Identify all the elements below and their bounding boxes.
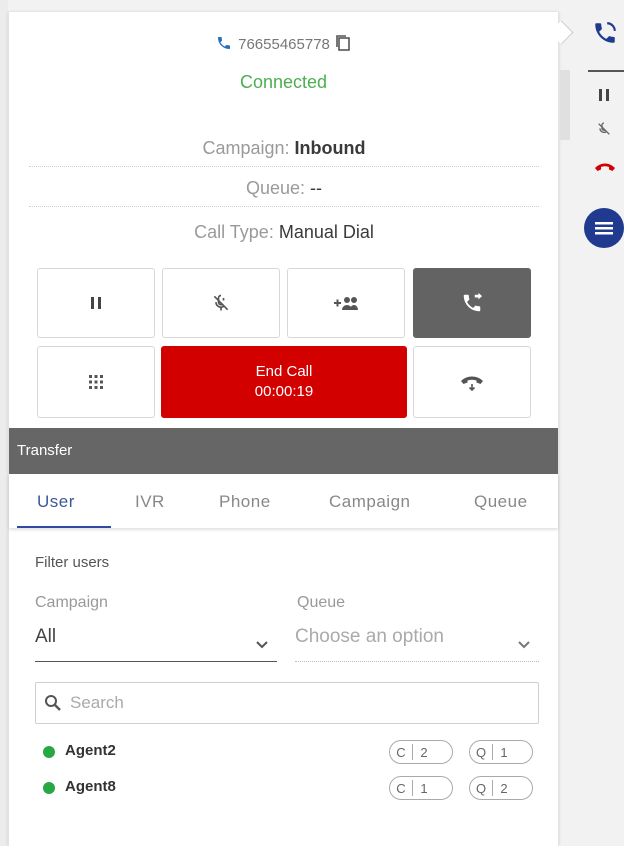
- queue-row: Queue: --: [29, 170, 539, 207]
- online-status-dot: [43, 782, 55, 794]
- badge-q-label: Q: [475, 780, 487, 796]
- phone-active-icon[interactable]: [592, 20, 618, 51]
- hold-button[interactable]: [37, 268, 155, 338]
- badge-c-label: C: [396, 780, 406, 796]
- queue-select[interactable]: Choose an option: [295, 626, 539, 662]
- queue-count-badge: Q1: [469, 740, 533, 764]
- scrollbar[interactable]: [560, 70, 570, 140]
- agent-name: Agent8: [65, 778, 116, 795]
- add-group-icon: [334, 297, 358, 310]
- badge-c-label: C: [396, 744, 406, 760]
- phone-number-row: 76655465778: [9, 34, 558, 56]
- badge-q-label: Q: [475, 744, 487, 760]
- background-edge: [0, 0, 8, 846]
- campaign-row: Campaign: Inbound: [29, 130, 539, 167]
- active-tab-indicator: [17, 526, 111, 528]
- tab-ivr[interactable]: IVR: [135, 492, 165, 512]
- hangup-icon[interactable]: [594, 160, 616, 179]
- call-header: 76655465778 Connected: [9, 12, 558, 112]
- agent-name: Agent2: [65, 742, 116, 759]
- phone-number: 76655465778: [238, 35, 330, 53]
- tab-campaign[interactable]: Campaign: [329, 492, 411, 512]
- menu-button[interactable]: [584, 208, 624, 248]
- search-icon: [45, 695, 61, 711]
- call-type-value: Manual Dial: [278, 222, 374, 242]
- badge-c-count: 1: [420, 780, 428, 796]
- badge-q-count: 2: [500, 780, 508, 796]
- queue-label: Queue:: [245, 178, 306, 198]
- tab-phone[interactable]: Phone: [219, 492, 271, 512]
- campaign-count-badge: C1: [389, 776, 453, 800]
- user-search-box: [35, 682, 539, 724]
- transfer-tabs: User IVR Phone Campaign Queue: [9, 474, 558, 528]
- mic-off-icon[interactable]: [596, 120, 612, 143]
- campaign-label: Campaign:: [202, 138, 290, 158]
- search-input[interactable]: [68, 692, 512, 714]
- copy-icon[interactable]: [335, 34, 351, 56]
- tab-user[interactable]: User: [37, 492, 75, 512]
- tab-queue[interactable]: Queue: [474, 492, 528, 512]
- phone-icon: [216, 35, 232, 55]
- pause-icon[interactable]: [598, 88, 610, 107]
- chevron-down-icon: [255, 634, 269, 656]
- mute-button[interactable]: [162, 268, 280, 338]
- chevron-down-icon: [517, 634, 531, 656]
- online-status-dot: [43, 746, 55, 758]
- conference-button[interactable]: [287, 268, 405, 338]
- mic-off-icon: [211, 294, 231, 314]
- queue-select-placeholder: Choose an option: [295, 626, 444, 647]
- dialpad-button[interactable]: [37, 346, 155, 418]
- phone-hangup-icon: [461, 376, 483, 391]
- sidebar-divider: [588, 70, 624, 72]
- menu-icon: [595, 222, 613, 235]
- call-panel: 76655465778 Connected Campaign: Inbound …: [8, 12, 559, 846]
- call-type-label: Call Type:: [194, 222, 274, 242]
- phone-forward-icon: [463, 292, 483, 312]
- campaign-value: Inbound: [294, 138, 366, 158]
- hangup-alt-button[interactable]: [413, 346, 531, 418]
- agent-row[interactable]: Agent8 C1 Q2: [43, 776, 543, 800]
- badge-c-count: 2: [420, 744, 428, 760]
- call-type-row: Call Type: Manual Dial: [29, 214, 539, 250]
- call-status: Connected: [239, 72, 328, 92]
- campaign-select[interactable]: All: [35, 626, 277, 662]
- campaign-select-value: All: [35, 626, 57, 647]
- end-call-label: End Call: [255, 363, 313, 380]
- campaign-field-label: Campaign: [35, 594, 108, 611]
- queue-value: --: [310, 178, 323, 198]
- agent-row[interactable]: Agent2 C2 Q1: [43, 740, 543, 764]
- transfer-button[interactable]: [413, 268, 531, 338]
- call-timer: 00:00:19: [254, 383, 314, 400]
- dialpad-icon: [89, 375, 103, 389]
- filter-users-label: Filter users: [35, 554, 110, 571]
- pause-icon: [91, 297, 101, 309]
- queue-field-label: Queue: [297, 594, 346, 611]
- badge-q-count: 1: [500, 744, 508, 760]
- campaign-count-badge: C2: [389, 740, 453, 764]
- transfer-header: Transfer: [9, 428, 558, 474]
- queue-count-badge: Q2: [469, 776, 533, 800]
- end-call-button[interactable]: End Call 00:00:19: [161, 346, 407, 418]
